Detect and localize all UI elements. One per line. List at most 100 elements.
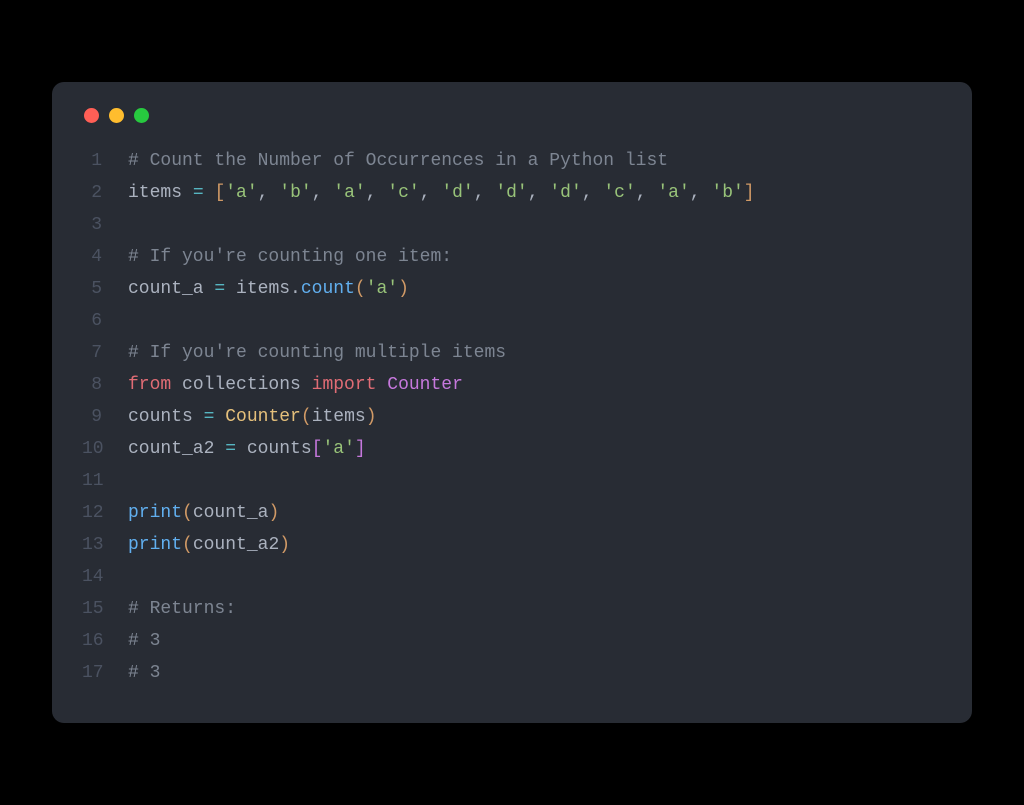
- code-token: =: [225, 439, 236, 459]
- code-token: ,: [312, 183, 334, 203]
- code-token: ): [398, 279, 409, 299]
- code-token: print: [128, 535, 182, 555]
- code-token: count_a2: [193, 535, 279, 555]
- line-number: 11: [82, 465, 128, 497]
- code-token: # 3: [128, 663, 160, 683]
- code-line-content[interactable]: count_a = items.count('a'): [128, 273, 942, 305]
- code-line-content[interactable]: # If you're counting one item:: [128, 241, 942, 273]
- window-titlebar: [84, 108, 942, 123]
- code-line[interactable]: 3: [82, 209, 942, 241]
- code-line-content[interactable]: # Count the Number of Occurrences in a P…: [128, 145, 942, 177]
- line-number: 15: [82, 593, 128, 625]
- close-icon[interactable]: [84, 108, 99, 123]
- code-token: count_a: [128, 279, 214, 299]
- code-line-content[interactable]: [128, 209, 942, 241]
- code-token: 'c': [387, 183, 419, 203]
- line-number: 5: [82, 273, 128, 305]
- code-token: 'a': [225, 183, 257, 203]
- code-token: items: [128, 183, 193, 203]
- code-token: ): [279, 535, 290, 555]
- code-token: [214, 407, 225, 427]
- code-token: ): [268, 503, 279, 523]
- line-number: 10: [82, 433, 128, 465]
- line-number: 12: [82, 497, 128, 529]
- code-line[interactable]: 15# Returns:: [82, 593, 942, 625]
- minimize-icon[interactable]: [109, 108, 124, 123]
- code-line[interactable]: 10count_a2 = counts['a']: [82, 433, 942, 465]
- code-token: ]: [744, 183, 755, 203]
- code-line-content[interactable]: counts = Counter(items): [128, 401, 942, 433]
- code-token: 'b': [711, 183, 743, 203]
- code-editor[interactable]: 1# Count the Number of Occurrences in a …: [82, 145, 942, 689]
- code-line[interactable]: 1# Count the Number of Occurrences in a …: [82, 145, 942, 177]
- code-line[interactable]: 5count_a = items.count('a'): [82, 273, 942, 305]
- line-number: 16: [82, 625, 128, 657]
- code-line-content[interactable]: count_a2 = counts['a']: [128, 433, 942, 465]
- code-line[interactable]: 2items = ['a', 'b', 'a', 'c', 'd', 'd', …: [82, 177, 942, 209]
- code-line-content[interactable]: print(count_a): [128, 497, 942, 529]
- code-token: 'd': [549, 183, 581, 203]
- line-number: 7: [82, 337, 128, 369]
- code-token: 'b': [279, 183, 311, 203]
- code-line[interactable]: 16# 3: [82, 625, 942, 657]
- code-token: count_a2: [128, 439, 225, 459]
- code-line-content[interactable]: # 3: [128, 625, 942, 657]
- code-token: 'a': [657, 183, 689, 203]
- code-token: 'c': [603, 183, 635, 203]
- code-line-content[interactable]: [128, 561, 942, 593]
- code-line[interactable]: 12print(count_a): [82, 497, 942, 529]
- code-token: [204, 183, 215, 203]
- maximize-icon[interactable]: [134, 108, 149, 123]
- code-line-content[interactable]: # Returns:: [128, 593, 942, 625]
- code-token: (: [301, 407, 312, 427]
- code-line[interactable]: 6: [82, 305, 942, 337]
- code-token: count: [301, 279, 355, 299]
- code-token: 'a': [333, 183, 365, 203]
- code-line-content[interactable]: # 3: [128, 657, 942, 689]
- code-token: ,: [582, 183, 604, 203]
- line-number: 9: [82, 401, 128, 433]
- code-token: [: [214, 183, 225, 203]
- code-token: import: [312, 375, 377, 395]
- code-token: Counter: [225, 407, 301, 427]
- code-token: collections: [171, 375, 311, 395]
- code-token: 'd': [495, 183, 527, 203]
- code-token: ,: [690, 183, 712, 203]
- code-token: # 3: [128, 631, 160, 651]
- code-line[interactable]: 11: [82, 465, 942, 497]
- code-token: [376, 375, 387, 395]
- code-line[interactable]: 7# If you're counting multiple items: [82, 337, 942, 369]
- line-number: 6: [82, 305, 128, 337]
- code-line[interactable]: 13print(count_a2): [82, 529, 942, 561]
- code-token: (: [182, 503, 193, 523]
- code-token: counts: [236, 439, 312, 459]
- code-line-content[interactable]: from collections import Counter: [128, 369, 942, 401]
- code-token: ]: [355, 439, 366, 459]
- line-number: 14: [82, 561, 128, 593]
- code-token: print: [128, 503, 182, 523]
- line-number: 17: [82, 657, 128, 689]
- code-line-content[interactable]: items = ['a', 'b', 'a', 'c', 'd', 'd', '…: [128, 177, 942, 209]
- code-line[interactable]: 14: [82, 561, 942, 593]
- code-line-content[interactable]: # If you're counting multiple items: [128, 337, 942, 369]
- code-line[interactable]: 17# 3: [82, 657, 942, 689]
- code-token: (: [182, 535, 193, 555]
- code-token: (: [355, 279, 366, 299]
- code-token: ,: [636, 183, 658, 203]
- code-line[interactable]: 9counts = Counter(items): [82, 401, 942, 433]
- code-token: =: [214, 279, 225, 299]
- code-line[interactable]: 4# If you're counting one item:: [82, 241, 942, 273]
- code-token: =: [193, 183, 204, 203]
- code-token: 'd': [441, 183, 473, 203]
- code-line[interactable]: 8from collections import Counter: [82, 369, 942, 401]
- code-token: # Returns:: [128, 599, 236, 619]
- line-number: 1: [82, 145, 128, 177]
- line-number: 4: [82, 241, 128, 273]
- code-token: from: [128, 375, 171, 395]
- code-token: 'a': [366, 279, 398, 299]
- code-line-content[interactable]: [128, 465, 942, 497]
- code-line-content[interactable]: print(count_a2): [128, 529, 942, 561]
- code-line-content[interactable]: [128, 305, 942, 337]
- code-window: 1# Count the Number of Occurrences in a …: [52, 82, 972, 723]
- code-token: ,: [528, 183, 550, 203]
